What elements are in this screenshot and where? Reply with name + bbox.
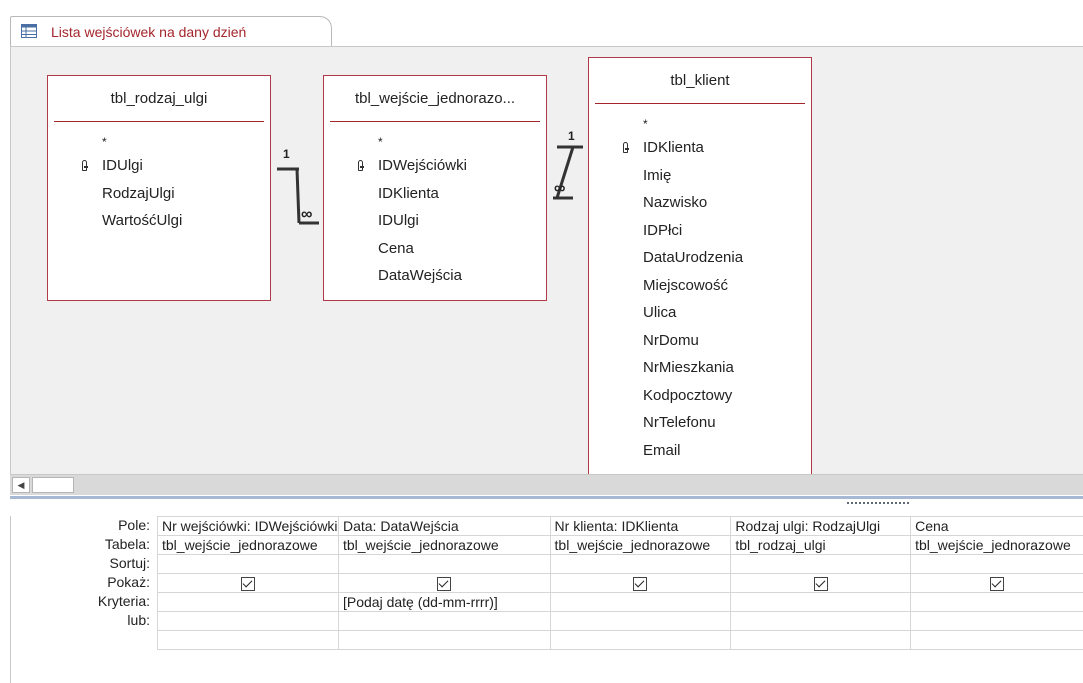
- grid-row-pokaz: [157, 573, 1083, 593]
- grid-cell-lub[interactable]: [337, 611, 551, 631]
- grid-cell-empty[interactable]: [730, 630, 912, 650]
- relationship-one-label: 1: [283, 147, 290, 161]
- grid-cell-sortuj[interactable]: [337, 554, 551, 574]
- grid-cell-lub[interactable]: [549, 611, 732, 631]
- relationship-many-label: ∞: [301, 206, 312, 223]
- pane-splitter[interactable]: [10, 496, 1083, 513]
- grid-cell-lub[interactable]: [730, 611, 912, 631]
- splitter-grip-icon[interactable]: [847, 502, 909, 506]
- grid-cell-sortuj[interactable]: [549, 554, 732, 574]
- grid-cell-sortuj[interactable]: [730, 554, 912, 574]
- grid-cell-pokaz[interactable]: [157, 573, 339, 593]
- grid-cell-pokaz[interactable]: [549, 573, 732, 593]
- grid-cell-lub[interactable]: [910, 611, 1083, 631]
- relationship-rodzaj-ulgi-to-wejscie[interactable]: [277, 167, 319, 225]
- grid-row-lub: [157, 611, 1083, 631]
- tab-title: Lista wejściówek na dany dzień: [51, 24, 247, 40]
- grid-cell-kryteria[interactable]: [549, 592, 732, 612]
- grid-row-empty: [157, 630, 1083, 650]
- grid-row-pole: Nr wejściówki: IDWejściówki Data: DataWe…: [157, 516, 1083, 536]
- row-label-pokaz: Pokaż:: [107, 574, 150, 590]
- row-label-tabela: Tabela:: [104, 536, 150, 552]
- grid-cell-empty[interactable]: [549, 630, 732, 650]
- query-grid-table: Nr wejściówki: IDWejściówki Data: DataWe…: [157, 516, 1083, 650]
- grid-row-sortuj: [157, 554, 1083, 574]
- query-design-icon: [21, 24, 37, 38]
- grid-cell-tabela[interactable]: tbl_wejście_jednorazowe: [910, 535, 1083, 555]
- relationship-lines: 1 ∞ 1 ∞: [277, 129, 583, 225]
- row-label-kryteria: Kryteria:: [97, 593, 150, 609]
- grid-cell-tabela[interactable]: tbl_wejście_jednorazowe: [337, 535, 551, 555]
- grid-cell-pokaz[interactable]: [910, 573, 1083, 593]
- grid-cell-tabela[interactable]: tbl_wejście_jednorazowe: [549, 535, 732, 555]
- document-tab-strip: Lista wejściówek na dany dzień: [0, 0, 1083, 50]
- grid-cell-pole[interactable]: Nr klienta: IDKlienta: [549, 516, 732, 536]
- design-horizontal-scrollbar[interactable]: ◀: [10, 474, 1083, 495]
- query-design-area[interactable]: tbl_rodzaj_ulgi * IDUlgi RodzajUlgi Wart…: [10, 46, 1083, 475]
- grid-row-tabela: tbl_wejście_jednorazowe tbl_wejście_jedn…: [157, 535, 1083, 555]
- grid-cell-sortuj[interactable]: [157, 554, 339, 574]
- grid-cell-kryteria[interactable]: [730, 592, 912, 612]
- grid-cell-tabela[interactable]: tbl_rodzaj_ulgi: [730, 535, 912, 555]
- grid-cell-pole[interactable]: Nr wejściówki: IDWejściówki: [157, 516, 339, 536]
- relationship-one-label: 1: [568, 129, 575, 143]
- show-checkbox[interactable]: [633, 577, 648, 592]
- grid-cell-lub[interactable]: [157, 611, 339, 631]
- grid-row-kryteria: [Podaj datę (dd-mm-rrrr)]: [157, 592, 1083, 612]
- grid-cell-kryteria[interactable]: [157, 592, 339, 612]
- grid-cell-pole[interactable]: Data: DataWejścia: [337, 516, 551, 536]
- grid-cell-pole[interactable]: Rodzaj ulgi: RodzajUlgi: [730, 516, 912, 536]
- show-checkbox[interactable]: [240, 577, 255, 592]
- query-grid: Pole: Tabela: Sortuj: Pokaż: Kryteria: l…: [10, 516, 1083, 683]
- row-label-pole: Pole:: [118, 517, 150, 533]
- show-checkbox[interactable]: [813, 577, 828, 592]
- show-checkbox[interactable]: [990, 577, 1005, 592]
- row-label-lub: lub:: [127, 612, 150, 628]
- relationship-many-label: ∞: [554, 180, 565, 197]
- grid-row-labels: Pole: Tabela: Sortuj: Pokaż: Kryteria: l…: [11, 516, 153, 630]
- grid-cell-empty[interactable]: [337, 630, 551, 650]
- grid-cell-kryteria[interactable]: [910, 592, 1083, 612]
- row-label-sortuj: Sortuj:: [109, 555, 150, 571]
- grid-cell-pokaz[interactable]: [337, 573, 551, 593]
- scroll-left-arrow-icon[interactable]: ◀: [12, 477, 30, 493]
- grid-cell-kryteria[interactable]: [Podaj datę (dd-mm-rrrr)]: [337, 592, 551, 612]
- grid-cell-sortuj[interactable]: [910, 554, 1083, 574]
- grid-cell-empty[interactable]: [910, 630, 1083, 650]
- show-checkbox[interactable]: [437, 577, 452, 592]
- grid-cell-pole[interactable]: Cena: [910, 516, 1083, 536]
- grid-cell-empty[interactable]: [157, 630, 339, 650]
- scrollbar-thumb[interactable]: [32, 477, 74, 493]
- tab-lista-wejsciowek[interactable]: Lista wejściówek na dany dzień: [10, 16, 332, 47]
- grid-cell-tabela[interactable]: tbl_wejście_jednorazowe: [157, 535, 339, 555]
- grid-cell-pokaz[interactable]: [730, 573, 912, 593]
